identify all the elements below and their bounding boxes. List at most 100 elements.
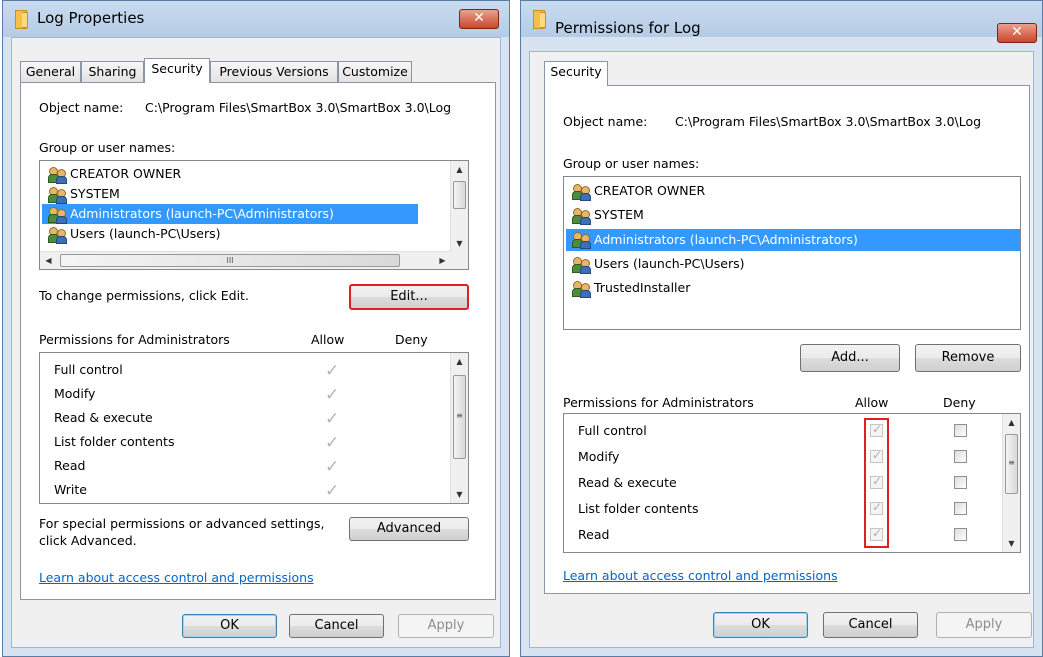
folder-icon [533, 9, 546, 29]
list-item[interactable]: TrustedInstaller [566, 278, 1020, 298]
user-name: SYSTEM [70, 186, 120, 201]
permission-row: List folder contents [54, 434, 175, 449]
deny-checkbox[interactable] [954, 450, 967, 463]
permission-row: Read [578, 527, 610, 542]
user-name: CREATOR OWNER [70, 166, 182, 181]
tab-general[interactable]: General [20, 61, 81, 82]
users-icon [572, 232, 592, 249]
list-item-selected[interactable]: Administrators (launch-PC\Administrators… [566, 229, 1020, 251]
list-item[interactable]: Users (launch-PC\Users) [566, 254, 1020, 274]
tab-sharing[interactable]: Sharing [81, 61, 144, 82]
permissions-window: Permissions for Log ✕ Security Object na… [520, 0, 1043, 657]
user-list[interactable]: CREATOR OWNER SYSTEM Administrators (lau… [563, 176, 1021, 330]
scroll-right-icon[interactable]: ▶ [434, 252, 451, 269]
permission-row: List folder contents [578, 501, 699, 516]
allow-header: Allow [855, 395, 889, 410]
permission-row: Full control [578, 423, 647, 438]
user-list[interactable]: CREATOR OWNER SYSTEM Administrators (lau… [39, 160, 469, 270]
scroll-thumb[interactable] [453, 181, 466, 209]
access-control-help-link[interactable]: Learn about access control and permissio… [563, 568, 838, 583]
users-icon [48, 207, 68, 224]
tab-security[interactable]: Security [544, 61, 608, 86]
allow-highlight-box [864, 418, 889, 548]
close-button[interactable]: ✕ [459, 9, 499, 29]
special-permissions-text-2: click Advanced. [39, 533, 137, 548]
vertical-scrollbar[interactable]: ▲ ▼ [450, 161, 468, 252]
deny-checkbox[interactable] [954, 424, 967, 437]
scroll-up-icon[interactable]: ▲ [1003, 414, 1020, 431]
allow-check-icon: ✓ [325, 361, 340, 381]
apply-button[interactable]: Apply [936, 612, 1032, 638]
scroll-down-icon[interactable]: ▼ [1003, 535, 1020, 552]
deny-header: Deny [943, 395, 976, 410]
title-bar[interactable]: Log Properties ✕ [3, 1, 509, 37]
dialog-body: Security Object name: C:\Program Files\S… [529, 51, 1034, 648]
scroll-thumb[interactable]: ≡ [1005, 434, 1018, 494]
permissions-list: Full control Modify Read & execute List … [563, 413, 1021, 553]
vertical-scrollbar[interactable]: ▲ ≡ ▼ [450, 353, 468, 503]
object-name-value: C:\Program Files\SmartBox 3.0\SmartBox 3… [675, 114, 982, 129]
user-name: Administrators (launch-PC\Administrators… [70, 206, 334, 221]
security-tab-panel: Object name: C:\Program Files\SmartBox 3… [20, 82, 496, 600]
ok-button[interactable]: OK [713, 612, 808, 638]
ok-button[interactable]: OK [182, 614, 277, 638]
list-item[interactable]: CREATOR OWNER [42, 164, 450, 184]
access-control-help-link[interactable]: Learn about access control and permissio… [39, 570, 314, 585]
permissions-header: Permissions for Administrators [39, 332, 230, 347]
permission-row: Modify [54, 386, 96, 401]
list-item[interactable]: SYSTEM [566, 205, 1020, 225]
user-name: CREATOR OWNER [594, 183, 706, 198]
horizontal-scrollbar[interactable]: ◀ III ▶ [40, 251, 451, 269]
user-name: TrustedInstaller [594, 280, 691, 295]
users-icon [572, 184, 592, 201]
remove-button[interactable]: Remove [915, 344, 1021, 372]
users-icon [48, 167, 68, 184]
title-bar[interactable]: Permissions for Log ✕ [521, 1, 1042, 43]
deny-checkbox[interactable] [954, 476, 967, 489]
permission-row: Read & execute [54, 410, 153, 425]
allow-check-icon: ✓ [325, 433, 340, 453]
cancel-button[interactable]: Cancel [289, 614, 384, 638]
deny-checkbox[interactable] [954, 528, 967, 541]
scroll-up-icon[interactable]: ▲ [451, 353, 468, 370]
allow-header: Allow [311, 332, 345, 347]
group-label: Group or user names: [563, 156, 700, 171]
scroll-left-icon[interactable]: ◀ [40, 252, 57, 269]
apply-button[interactable]: Apply [398, 614, 494, 638]
permissions-header: Permissions for Administrators [563, 395, 754, 410]
tab-security[interactable]: Security [144, 58, 210, 83]
add-button[interactable]: Add... [800, 344, 900, 372]
folder-icon [15, 9, 28, 29]
permission-row: Full control [54, 362, 123, 377]
permission-row: Read & execute [578, 475, 677, 490]
window-title: Log Properties [37, 9, 145, 27]
cancel-button[interactable]: Cancel [823, 612, 918, 638]
vertical-scrollbar[interactable]: ▲ ≡ ▼ [1002, 414, 1020, 552]
scroll-down-icon[interactable]: ▼ [451, 235, 468, 252]
scroll-thumb[interactable]: ≡ [453, 375, 466, 459]
deny-header: Deny [395, 332, 428, 347]
deny-checkbox[interactable] [954, 502, 967, 515]
user-name: Administrators (launch-PC\Administrators… [594, 232, 858, 247]
window-title: Permissions for Log [555, 19, 701, 37]
user-name: SYSTEM [594, 207, 644, 222]
users-icon [572, 281, 592, 298]
users-icon [572, 208, 592, 225]
scroll-down-icon[interactable]: ▼ [451, 486, 468, 503]
edit-button[interactable]: Edit... [349, 284, 469, 310]
user-name: Users (launch-PC\Users) [594, 256, 745, 271]
list-item[interactable]: SYSTEM [42, 184, 450, 204]
scroll-thumb-horizontal[interactable]: III [60, 254, 400, 267]
close-button[interactable]: ✕ [997, 23, 1037, 43]
special-permissions-text: For special permissions or advanced sett… [39, 516, 325, 531]
list-item[interactable]: CREATOR OWNER [566, 181, 1020, 201]
allow-check-icon: ✓ [325, 481, 340, 501]
list-item-selected[interactable]: Administrators (launch-PC\Administrators… [42, 204, 418, 224]
scroll-up-icon[interactable]: ▲ [451, 161, 468, 178]
tab-customize[interactable]: Customize [338, 61, 412, 82]
list-item[interactable]: Users (launch-PC\Users) [42, 224, 450, 244]
permission-row: Modify [578, 449, 620, 464]
advanced-button[interactable]: Advanced [349, 517, 469, 541]
tab-previous-versions[interactable]: Previous Versions [210, 61, 338, 82]
permissions-list: Full control Modify Read & execute List … [39, 352, 469, 504]
